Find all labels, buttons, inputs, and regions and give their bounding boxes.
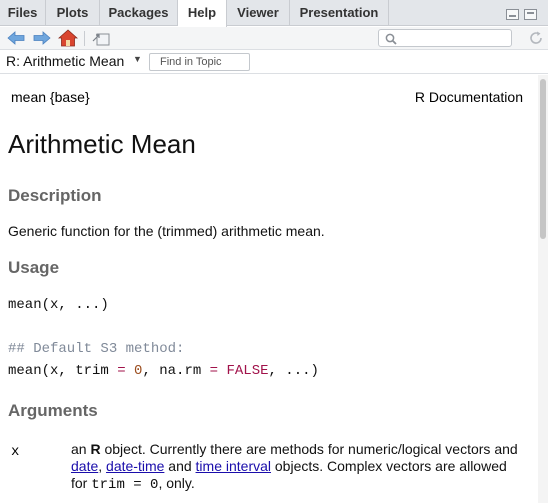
usage-heading: Usage [8,258,60,277]
description-text: Generic function for the (trimmed) arith… [8,223,325,239]
help-search-box[interactable] [378,29,512,47]
doc-package-label: mean {base} [11,89,90,105]
vertical-scrollbar[interactable] [538,75,548,503]
tab-help[interactable]: Help [178,0,227,27]
description-heading: Description [8,186,102,205]
maximize-pane-icon[interactable] [524,9,537,20]
help-toolbar [0,27,548,50]
back-arrow-icon[interactable] [6,29,26,47]
link-date-time[interactable]: date-time [106,458,164,474]
pane-tab-bar: Files Plots Packages Help Viewer Present… [0,0,548,27]
scrollbar-thumb[interactable] [540,79,546,239]
usage-code-line-2: mean(x, trim = 0, na.rm = FALSE, ...) [8,363,319,379]
topic-history-dropdown[interactable]: R: Arithmetic Mean [6,53,124,69]
find-in-topic-input[interactable] [149,53,250,71]
topic-bar: R: Arithmetic Mean ▼ [0,50,548,74]
tab-viewer[interactable]: Viewer [227,0,290,26]
page-title: Arithmetic Mean [8,129,196,159]
usage-code-line-1: mean(x, ...) [8,297,109,313]
minimize-pane-icon[interactable] [506,9,519,20]
tab-files[interactable]: Files [0,0,46,26]
tab-presentation[interactable]: Presentation [290,0,389,26]
forward-arrow-icon[interactable] [32,29,52,47]
popout-icon[interactable] [91,29,111,47]
home-icon[interactable] [58,29,78,47]
help-document: mean {base} R Documentation Arithmetic M… [0,75,538,503]
chevron-down-icon[interactable]: ▼ [133,54,142,64]
usage-code-comment: ## Default S3 method: [8,341,185,357]
magnifier-icon [385,33,397,45]
link-date[interactable]: date [71,458,98,474]
link-time-interval[interactable]: time interval [196,458,271,474]
arguments-heading: Arguments [8,401,98,420]
tab-packages[interactable]: Packages [100,0,178,26]
argument-description: an R object. Currently there are methods… [71,441,518,493]
tab-plots[interactable]: Plots [46,0,100,26]
argument-name: x [11,444,20,460]
toolbar-divider [84,31,85,46]
help-search-input[interactable] [401,31,509,45]
refresh-icon[interactable] [526,29,546,47]
doc-source-label: R Documentation [414,89,523,105]
